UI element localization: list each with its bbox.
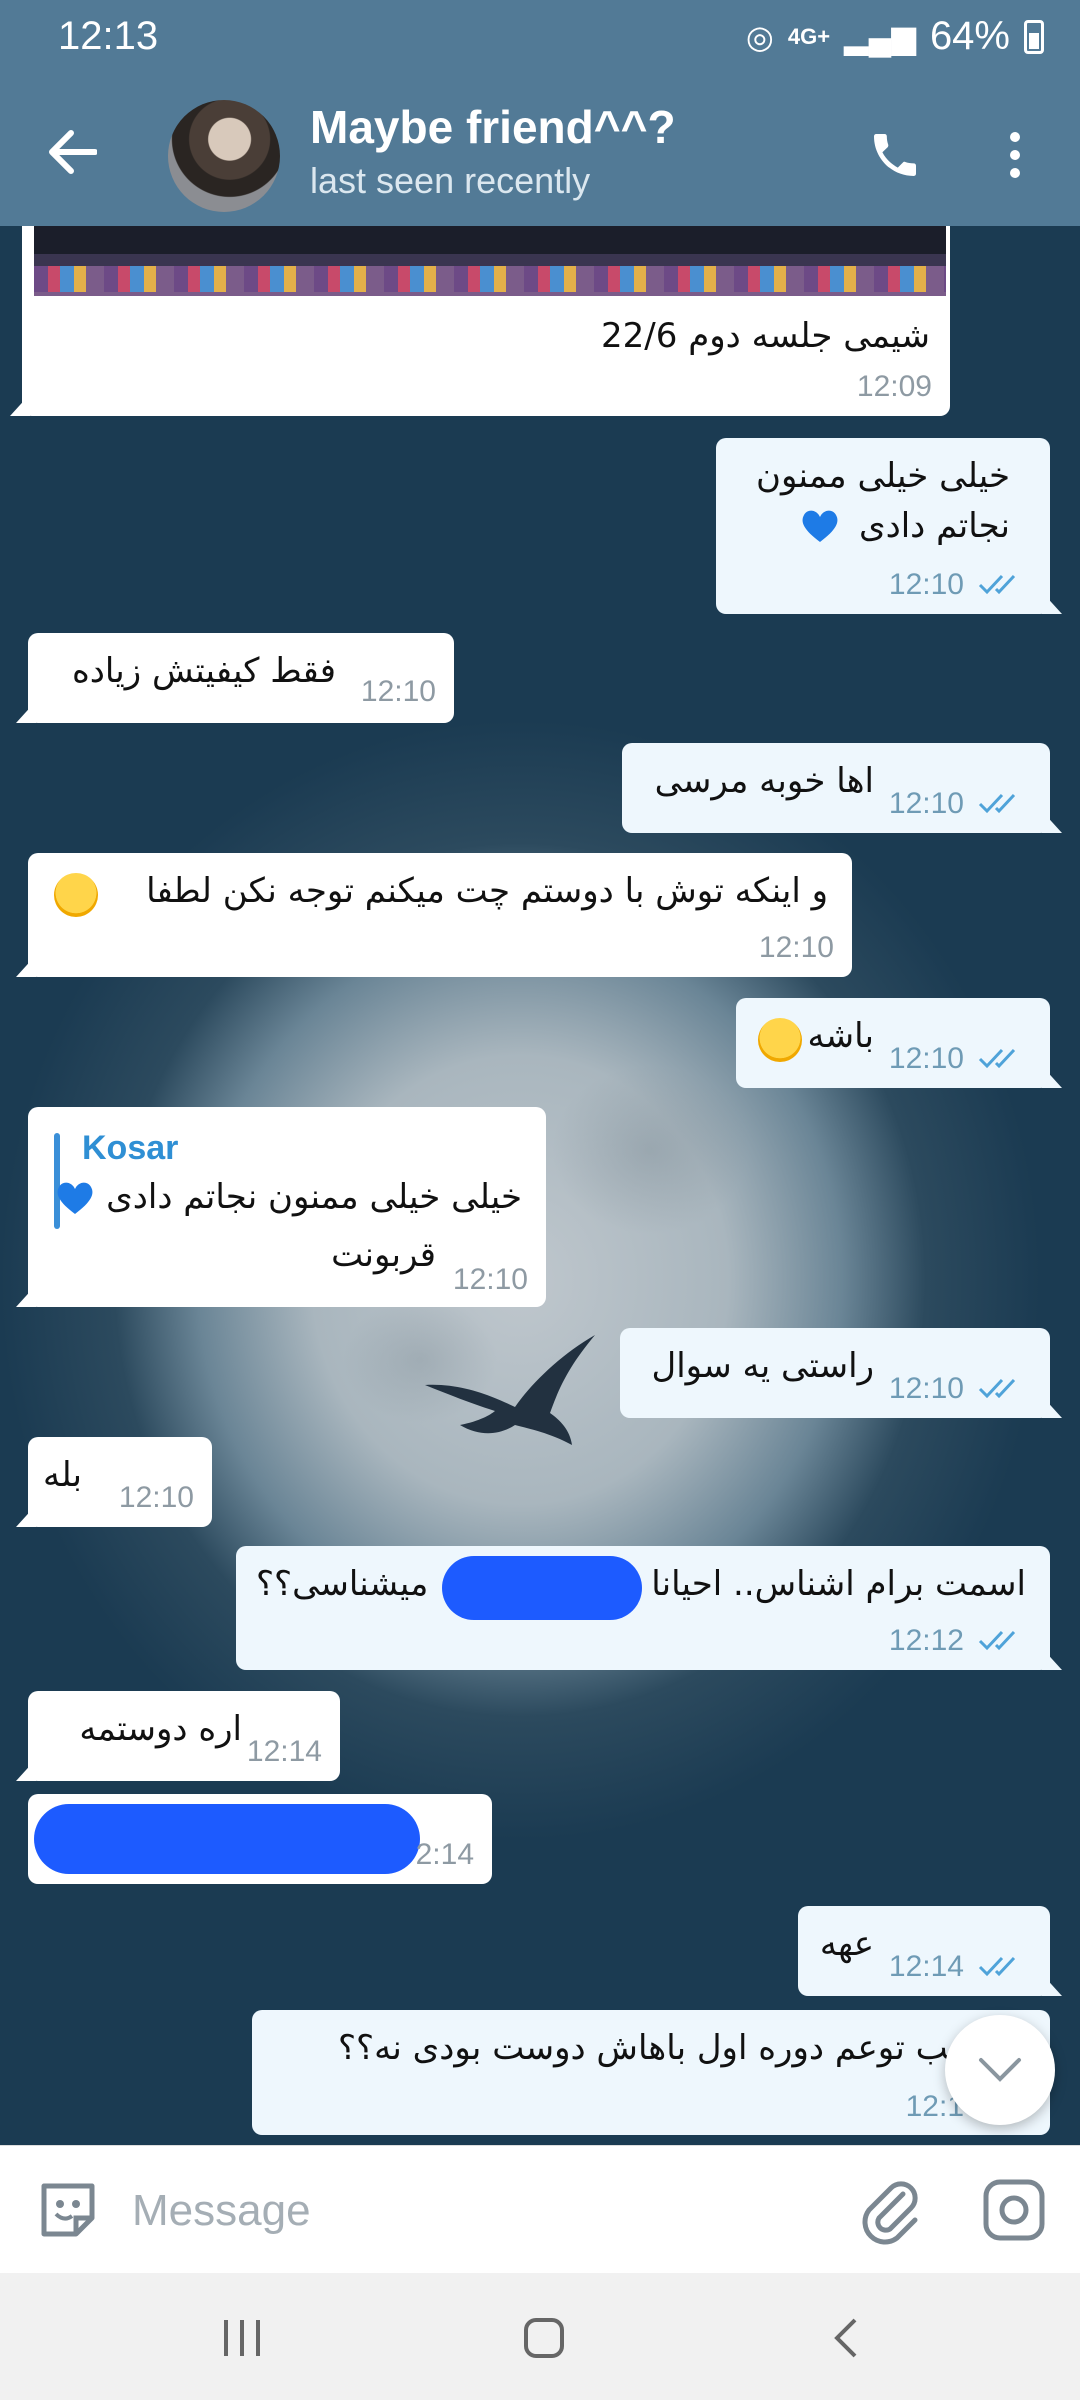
message-time: 12:10: [888, 787, 964, 820]
message-time: 12:14: [246, 1735, 322, 1768]
message-time: 2:14: [415, 1838, 474, 1871]
home-icon: [524, 2318, 564, 2358]
reply-author[interactable]: Kosar: [82, 1129, 178, 1168]
paperclip-icon: [862, 2181, 918, 2245]
message-time: 12:10: [118, 1481, 194, 1514]
message-bubble-incoming[interactable]: بله 12:10: [16, 1437, 212, 1527]
arrow-left-icon: [49, 130, 97, 174]
message-text: اها خوبه مرسی: [654, 761, 874, 801]
message-time: 12:10: [888, 1372, 964, 1405]
system-back-button[interactable]: [806, 2303, 886, 2373]
message-text-line: نجاتم دادی: [858, 506, 1010, 546]
message-time: 12:14: [888, 1950, 964, 1983]
message-bubble-incoming-redacted[interactable]: 2:14: [28, 1794, 492, 1884]
crying-face-emoji: [54, 873, 98, 917]
message-composer: [0, 2145, 1080, 2273]
call-button[interactable]: [860, 120, 930, 190]
chevron-down-icon: [979, 2058, 1021, 2082]
phone-icon: [874, 134, 916, 176]
message-bubble-outgoing[interactable]: راستی یه سوال 12:10: [620, 1328, 1062, 1418]
message-input[interactable]: [132, 2176, 832, 2246]
message-text: راستی یه سوال: [651, 1346, 874, 1386]
read-checkmarks-icon: [978, 793, 1016, 814]
message-time: 12:10: [888, 1042, 964, 1075]
message-bubble-outgoing[interactable]: عهه 12:14: [798, 1906, 1062, 1996]
last-seen-status: last seen recently: [310, 160, 591, 201]
read-checkmarks-icon: [978, 1048, 1016, 1069]
chat-title[interactable]: Maybe friend^^?: [310, 100, 676, 154]
message-text-line: خیلی خیلی ممنون: [755, 456, 1010, 496]
message-text-part: میشناسی؟؟: [256, 1564, 429, 1604]
message-bubble-outgoing[interactable]: خب توعم دوره اول باهاش دوست بودی نه؟؟ 12…: [252, 2010, 1050, 2135]
message-text: خب توعم دوره اول باهاش دوست بودی نه؟؟: [338, 2028, 970, 2068]
photo-caption: شیمی جلسه دوم 22/6: [601, 316, 930, 356]
emoji-sticker-button[interactable]: [36, 2178, 100, 2242]
message-bubble-outgoing[interactable]: اها خوبه مرسی 12:10: [622, 743, 1062, 833]
network-type-label: 4G+: [787, 23, 831, 49]
message-text: بله: [43, 1455, 82, 1495]
message-time: 12:09: [856, 370, 932, 403]
reply-quote-text: خیلی خیلی ممنون نجاتم دادی: [106, 1177, 522, 1217]
camera-button[interactable]: [980, 2176, 1048, 2244]
message-text: باشه: [807, 1016, 874, 1056]
bird-silhouette: [425, 1335, 595, 1445]
photo-thumbnail[interactable]: [34, 226, 946, 296]
attach-button[interactable]: [855, 2176, 925, 2246]
redaction-scribble: [442, 1556, 642, 1620]
avatar[interactable]: [168, 100, 280, 212]
laughing-emoji: [758, 1018, 802, 1062]
reply-quote[interactable]: خیلی خیلی ممنون نجاتم دادی: [55, 1177, 522, 1217]
system-navigation-bar: [0, 2273, 1080, 2400]
message-bubble-incoming[interactable]: فقط کیفیتش زیاده 12:10: [16, 633, 454, 723]
status-time: 12:13: [58, 14, 159, 58]
more-menu-button[interactable]: [990, 120, 1040, 190]
message-bubble-incoming[interactable]: اره دوستمه 12:14: [16, 1691, 340, 1781]
recents-icon: [224, 2320, 260, 2356]
recent-apps-button[interactable]: [202, 2303, 282, 2373]
read-checkmarks-icon: [978, 1956, 1016, 1977]
hotspot-icon: ◎: [745, 18, 774, 55]
read-checkmarks-icon: [978, 1378, 1016, 1399]
message-text: عهه: [819, 1924, 874, 1964]
message-bubble-incoming[interactable]: و اینکه توش با دوستم چت میکنم توجه نکن ل…: [16, 853, 852, 977]
message-text: قربونت: [331, 1235, 436, 1275]
chevron-left-icon: [834, 2318, 857, 2358]
message-time: 12:10: [758, 931, 834, 964]
blue-heart-emoji: [802, 510, 838, 542]
message-bubble-outgoing[interactable]: اسمت برام اشناس.. احیانا میشناسی؟؟ 12:12: [236, 1546, 1062, 1670]
back-button[interactable]: [40, 120, 104, 184]
message-text: اره دوستمه: [79, 1709, 242, 1749]
message-bubble-reply[interactable]: Kosar خیلی خیلی ممنون نجاتم دادی قربونت …: [16, 1107, 546, 1307]
home-button[interactable]: [504, 2303, 584, 2373]
sticker-icon: [41, 2183, 95, 2237]
signal-icon: ▂▄▆: [844, 18, 916, 55]
battery-percent: 64%: [929, 14, 1010, 58]
read-checkmarks-icon: [978, 1630, 1016, 1651]
status-icons: ◎ 4G+ ▂▄▆ 64%: [746, 14, 1044, 59]
message-time: 12:10: [452, 1263, 528, 1296]
scroll-to-bottom-button[interactable]: [945, 2015, 1055, 2125]
message-text: و اینکه توش با دوستم چت میکنم توجه نکن ل…: [146, 871, 828, 911]
redaction-scribble: [34, 1804, 420, 1874]
read-checkmarks-icon: [978, 574, 1016, 595]
status-bar: 12:13 ◎ 4G+ ▂▄▆ 64%: [0, 0, 1080, 78]
message-time: 12:12: [888, 1624, 964, 1657]
message-time: 12:10: [888, 568, 964, 601]
camera-icon: [983, 2179, 1045, 2241]
message-time: 12:10: [360, 675, 436, 708]
message-bubble-outgoing[interactable]: باشه 12:10: [736, 998, 1062, 1088]
blue-heart-emoji: [57, 1182, 93, 1214]
message-text-part: اسمت برام اشناس.. احیانا: [651, 1564, 1026, 1604]
chat-header: Maybe friend^^? last seen recently: [0, 78, 1080, 226]
telegram-chat-screen: 12:13 ◎ 4G+ ▂▄▆ 64% Maybe friend^^? last…: [0, 0, 1080, 2400]
message-text: فقط کیفیتش زیاده: [71, 651, 336, 691]
more-vertical-icon: [1010, 132, 1020, 178]
battery-icon: [1024, 19, 1044, 54]
message-bubble-outgoing[interactable]: خیلی خیلی ممنون نجاتم دادی 12:10: [716, 438, 1062, 614]
